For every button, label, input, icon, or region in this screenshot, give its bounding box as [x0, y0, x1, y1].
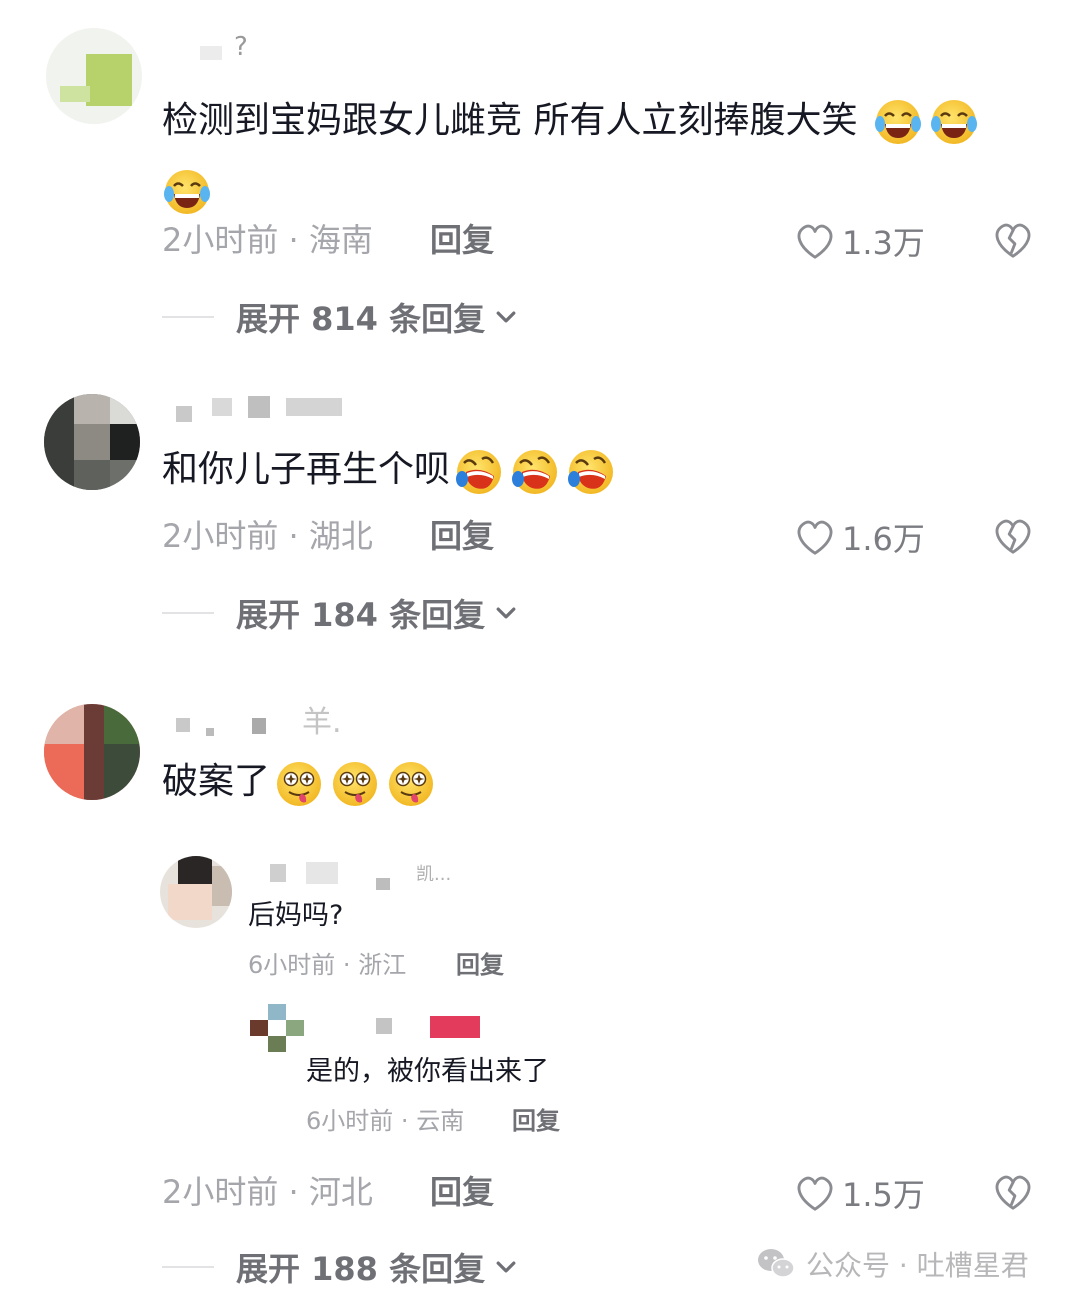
rofl-emoji	[510, 447, 560, 497]
tears-of-joy-emoji	[162, 167, 212, 217]
comment-meta: 2小时前 · 湖北	[162, 517, 373, 555]
reply-username[interactable]: 凯...	[270, 860, 490, 892]
like-button[interactable]: 1.3万	[794, 218, 925, 264]
divider	[162, 316, 214, 318]
reply-button[interactable]: 回复	[430, 220, 494, 260]
reply-text: 是的，被你看出来了	[306, 1056, 549, 1087]
heart-icon	[794, 221, 836, 261]
broken-heart-icon[interactable]	[992, 516, 1034, 556]
username[interactable]	[176, 394, 346, 428]
like-button[interactable]: 1.6万	[794, 514, 925, 560]
like-button[interactable]: 1.5万	[794, 1170, 925, 1216]
rofl-emoji	[454, 447, 504, 497]
avatar[interactable]	[46, 28, 142, 124]
watermark: 公众号 · 吐槽星君	[756, 1244, 1029, 1284]
expand-replies-button[interactable]: 展开 814 条回复	[162, 294, 519, 340]
like-count: 1.3万	[842, 224, 925, 262]
wechat-icon	[758, 1249, 795, 1278]
reply-button[interactable]: 回复	[430, 1172, 494, 1212]
username[interactable]: 羊.	[176, 706, 356, 740]
rofl-emoji	[566, 447, 616, 497]
reply-button[interactable]: 回复	[512, 1106, 560, 1136]
chevron-down-icon	[493, 304, 519, 330]
reply-button[interactable]: 回复	[456, 950, 504, 980]
tears-of-joy-emoji	[873, 97, 923, 147]
like-count: 1.6万	[842, 520, 925, 558]
dizzy-tongue-emoji	[274, 759, 324, 809]
reply-username[interactable]	[376, 1012, 486, 1042]
username[interactable]: ?	[200, 30, 260, 64]
avatar[interactable]	[44, 704, 140, 800]
comment-meta: 2小时前 · 海南	[162, 221, 373, 259]
reply-meta: 6小时前 · 云南	[306, 1107, 465, 1135]
broken-heart-icon[interactable]	[992, 220, 1034, 260]
heart-icon	[794, 517, 836, 557]
heart-icon	[794, 1173, 836, 1213]
broken-heart-icon[interactable]	[992, 1172, 1034, 1212]
reply-meta: 6小时前 · 浙江	[248, 951, 407, 979]
dizzy-tongue-emoji	[386, 759, 436, 809]
reply-text: 后妈吗?	[248, 900, 344, 931]
comment-text: 检测到宝妈跟女儿雌竞 所有人立刻捧腹大笑	[162, 86, 1042, 226]
expand-replies-button[interactable]: 展开 184 条回复	[162, 590, 519, 636]
comment-meta: 2小时前 · 河北	[162, 1173, 373, 1211]
avatar[interactable]	[44, 394, 140, 490]
tears-of-joy-emoji	[929, 97, 979, 147]
like-count: 1.5万	[842, 1176, 925, 1214]
reply-avatar[interactable]	[160, 856, 232, 928]
divider	[162, 612, 214, 614]
reply-button[interactable]: 回复	[430, 516, 494, 556]
dizzy-tongue-emoji	[330, 759, 380, 809]
chevron-down-icon	[493, 600, 519, 626]
expand-replies-button[interactable]: 展开 188 条回复	[162, 1244, 519, 1290]
divider	[162, 1266, 214, 1268]
chevron-down-icon	[493, 1254, 519, 1280]
reply-avatar[interactable]	[250, 1004, 304, 1052]
comment-text: 破案了	[162, 756, 442, 809]
comment-text: 和你儿子再生个呗	[162, 444, 622, 497]
